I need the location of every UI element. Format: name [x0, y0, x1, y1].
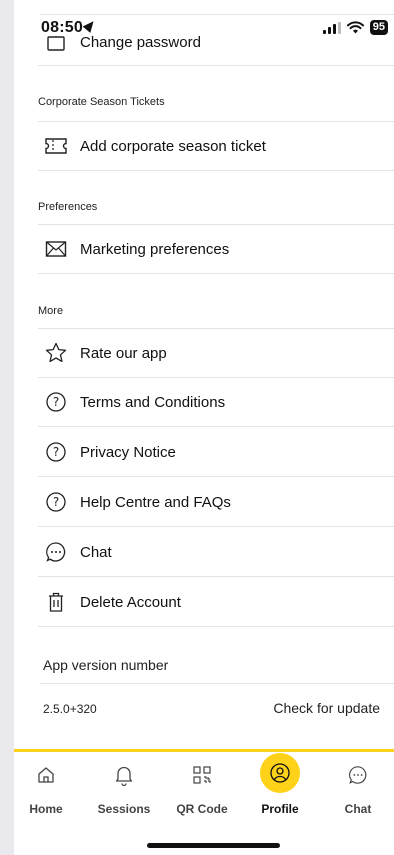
rate-app-label: Rate our app — [80, 344, 167, 362]
svg-text:?: ? — [53, 495, 59, 509]
tab-home[interactable]: Home — [16, 758, 76, 816]
help-item[interactable]: ? Help Centre and FAQs — [38, 478, 394, 527]
chat-bubble-icon — [349, 766, 367, 784]
change-password-item[interactable]: Change password — [38, 19, 394, 66]
tab-sessions[interactable]: Sessions — [94, 758, 154, 816]
section-header-preferences: Preferences — [38, 201, 98, 213]
add-corporate-ticket-label: Add corporate season ticket — [80, 137, 266, 155]
bell-icon — [115, 766, 133, 786]
marketing-preferences-label: Marketing preferences — [80, 240, 230, 258]
divider — [40, 14, 394, 15]
rate-app-item[interactable]: Rate our app — [38, 328, 394, 378]
version-number: 2.5.0+320 — [43, 702, 97, 716]
add-corporate-ticket-item[interactable]: Add corporate season ticket — [38, 121, 394, 171]
delete-account-item[interactable]: Delete Account — [38, 578, 394, 627]
section-header-corporate: Corporate Season Tickets — [38, 96, 165, 108]
svg-text:?: ? — [53, 445, 59, 459]
tab-chat-label: Chat — [344, 802, 372, 816]
ticket-icon — [44, 134, 68, 158]
star-icon — [44, 341, 68, 365]
change-password-label: Change password — [80, 33, 201, 51]
user-circle-icon — [270, 763, 290, 783]
tab-sessions-label: Sessions — [97, 802, 151, 816]
chat-item[interactable]: Chat — [38, 528, 394, 577]
check-for-update-link[interactable]: Check for update — [273, 700, 380, 716]
question-circle-icon: ? — [44, 390, 68, 414]
trash-icon — [44, 590, 68, 614]
tab-home-label: Home — [29, 802, 63, 816]
marketing-preferences-item[interactable]: Marketing preferences — [38, 224, 394, 274]
tab-profile[interactable]: Profile — [250, 753, 310, 816]
privacy-item[interactable]: ? Privacy Notice — [38, 428, 394, 477]
tab-qr-code-label: QR Code — [176, 802, 228, 816]
terms-label: Terms and Conditions — [80, 393, 226, 411]
profile-settings-screen: 08:50 95 Change password Corporate Seaso… — [14, 0, 394, 855]
chat-label: Chat — [80, 543, 112, 561]
svg-text:?: ? — [53, 395, 59, 409]
tab-qr-code[interactable]: QR Code — [172, 758, 232, 816]
home-indicator — [147, 843, 280, 848]
terms-item[interactable]: ? Terms and Conditions — [38, 378, 394, 427]
question-circle-icon: ? — [44, 490, 68, 514]
help-label: Help Centre and FAQs — [80, 493, 231, 511]
chat-bubble-icon — [44, 540, 68, 564]
home-icon — [38, 767, 54, 783]
privacy-label: Privacy Notice — [80, 443, 176, 461]
delete-account-label: Delete Account — [80, 593, 181, 611]
tab-profile-label: Profile — [261, 802, 299, 816]
app-version-label: App version number — [43, 657, 169, 673]
qr-code-icon — [193, 766, 211, 784]
bottom-nav: Home Sessions QR Code Profile Chat — [14, 749, 394, 855]
section-header-more: More — [38, 305, 64, 317]
envelope-icon — [44, 237, 68, 261]
key-icon — [44, 30, 68, 54]
profile-active-indicator — [260, 753, 300, 793]
question-circle-icon: ? — [44, 440, 68, 464]
divider — [40, 683, 394, 684]
tab-chat[interactable]: Chat — [328, 758, 388, 816]
